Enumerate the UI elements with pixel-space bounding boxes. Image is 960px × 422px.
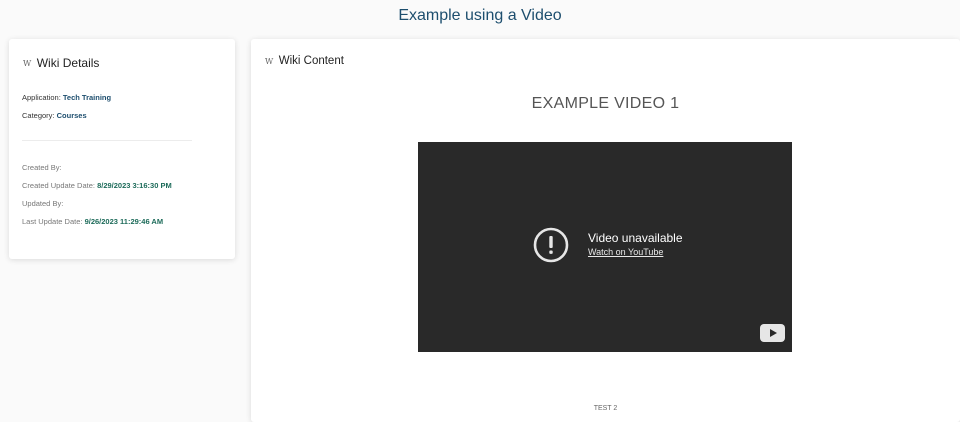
- category-row: Category: Courses: [22, 111, 87, 120]
- created-by-row: Created By:: [22, 163, 62, 172]
- content-heading: EXAMPLE VIDEO 1: [531, 95, 680, 112]
- content-footer-text: TEST 2: [593, 405, 618, 412]
- video-message: Video unavailable Watch on YouTube: [588, 231, 683, 257]
- last-update-date-label: Last Update Date:: [22, 217, 83, 226]
- created-update-date-label: Created Update Date:: [22, 181, 95, 190]
- last-update-date-value: 9/26/2023 11:29:46 AM: [84, 217, 164, 226]
- wiki-w-icon: W: [23, 58, 31, 68]
- wiki-w-icon: W: [265, 56, 273, 66]
- wiki-content-header: W Wiki Content: [265, 55, 344, 67]
- application-row: Application: Tech Training: [22, 93, 111, 102]
- exclamation-circle-icon: [533, 227, 569, 263]
- created-by-label: Created By:: [22, 163, 62, 172]
- wiki-content-title: Wiki Content: [278, 55, 344, 67]
- video-status: Video unavailable: [588, 231, 683, 245]
- application-value[interactable]: Tech Training: [63, 93, 111, 102]
- category-value[interactable]: Courses: [57, 111, 87, 120]
- last-update-date-row: Last Update Date: 9/26/2023 11:29:46 AM: [22, 217, 163, 226]
- category-label: Category:: [22, 111, 55, 120]
- page-title: Example using a Video: [398, 7, 562, 24]
- watch-on-youtube-link[interactable]: Watch on YouTube: [588, 247, 683, 257]
- details-divider: [22, 140, 192, 141]
- wiki-details-card: W Wiki Details Application: Tech Trainin…: [9, 39, 235, 259]
- youtube-play-icon[interactable]: [760, 324, 785, 342]
- wiki-details-header: W Wiki Details: [23, 56, 99, 70]
- updated-by-row: Updated By:: [22, 199, 63, 208]
- updated-by-label: Updated By:: [22, 199, 64, 208]
- video-player[interactable]: Video unavailable Watch on YouTube: [418, 142, 792, 352]
- application-label: Application:: [22, 93, 61, 102]
- wiki-content-card: W Wiki Content EXAMPLE VIDEO 1 Video una…: [251, 39, 960, 422]
- created-update-date-row: Created Update Date: 8/29/2023 3:16:30 P…: [22, 181, 172, 190]
- wiki-details-title: Wiki Details: [36, 56, 100, 70]
- created-update-date-value: 8/29/2023 3:16:30 PM: [97, 181, 172, 190]
- page: Example using a Video W Wiki Details App…: [0, 0, 960, 422]
